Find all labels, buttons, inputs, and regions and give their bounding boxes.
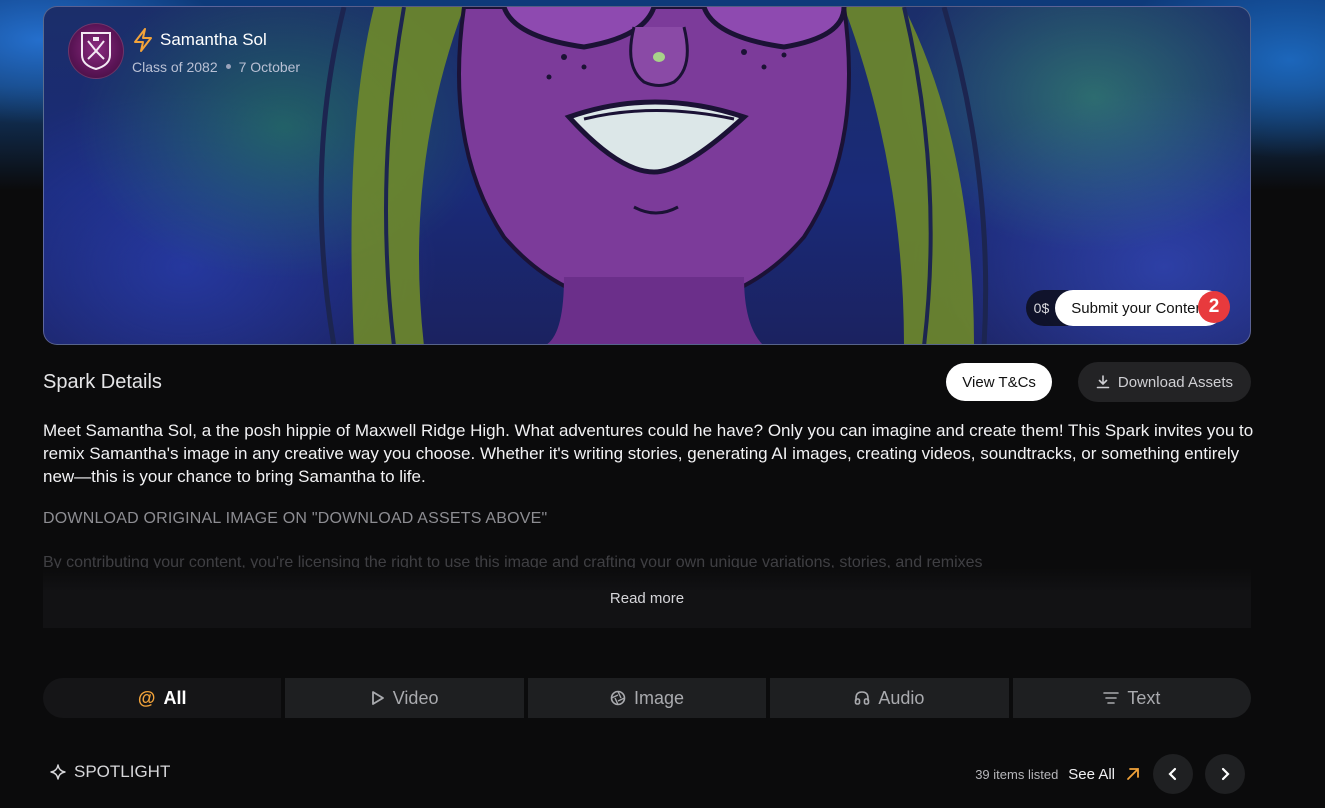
tab-text[interactable]: Text — [1012, 678, 1252, 718]
view-tcs-button[interactable]: View T&Cs — [946, 363, 1052, 401]
tab-all[interactable]: @ All — [43, 678, 282, 718]
creator-date: 7 October — [238, 58, 301, 75]
aperture-icon — [610, 690, 626, 706]
spark-details-title: Spark Details — [43, 370, 162, 393]
tab-video-label: Video — [392, 687, 439, 708]
tab-video[interactable]: Video — [285, 678, 524, 718]
download-note: DOWNLOAD ORIGINAL IMAGE ON "DOWNLOAD ASS… — [43, 510, 548, 527]
items-count: 39 items listed — [975, 766, 1059, 782]
tab-image-label: Image — [634, 687, 685, 708]
notification-badge: 2 — [1198, 291, 1230, 323]
download-icon — [1096, 375, 1110, 389]
content-type-tabs: @ All Video Image Audio Text — [43, 678, 1252, 718]
read-more-link[interactable]: Read more — [610, 590, 684, 607]
lightning-icon — [134, 27, 152, 52]
school-crest-icon — [81, 32, 111, 71]
next-button[interactable] — [1205, 754, 1245, 794]
separator-dot — [225, 64, 231, 69]
price-value: 0$ — [1033, 300, 1050, 316]
sparkle-icon — [50, 764, 66, 780]
spotlight-label: SPOTLIGHT — [74, 762, 171, 781]
text-lines-icon — [1103, 692, 1120, 704]
read-more-bar: Read more — [43, 568, 1251, 628]
download-assets-button[interactable]: Download Assets — [1077, 362, 1251, 402]
spotlight-controls: 39 items listed See All — [975, 754, 1245, 794]
tab-audio-label: Audio — [878, 687, 925, 708]
see-all-label: See All — [1068, 765, 1115, 783]
spark-details-header: Spark Details View T&Cs Download Assets — [43, 362, 1251, 402]
creator-class: Class of 2082 — [132, 58, 218, 75]
at-icon: @ — [137, 687, 156, 708]
play-icon — [371, 691, 384, 705]
tab-text-label: Text — [1127, 687, 1161, 708]
creator-info: Samantha Sol Class of 2082 7 October — [68, 23, 300, 79]
headphones-icon — [855, 691, 870, 705]
spark-description: Meet Samantha Sol, a the posh hippie of … — [43, 421, 1254, 486]
see-all-link[interactable]: See All — [1068, 766, 1141, 783]
school-crest-avatar[interactable] — [68, 23, 124, 79]
download-assets-label: Download Assets — [1117, 373, 1233, 391]
tab-all-label: All — [163, 687, 187, 708]
previous-button[interactable] — [1153, 754, 1193, 794]
tab-audio[interactable]: Audio — [770, 678, 1009, 718]
arrow-up-right-icon — [1127, 768, 1139, 780]
chevron-left-icon — [1168, 767, 1177, 781]
tab-image[interactable]: Image — [527, 678, 767, 718]
chevron-right-icon — [1221, 767, 1230, 781]
spark-hero-banner: Samantha Sol Class of 2082 7 October 0$ … — [43, 6, 1251, 345]
faded-description-line: By contributing your content, you're lic… — [43, 554, 983, 568]
spotlight-heading: SPOTLIGHT — [50, 762, 170, 782]
creator-name[interactable]: Samantha Sol — [160, 30, 267, 50]
submit-content-group: 0$ Submit your Content 2 — [1025, 290, 1230, 326]
